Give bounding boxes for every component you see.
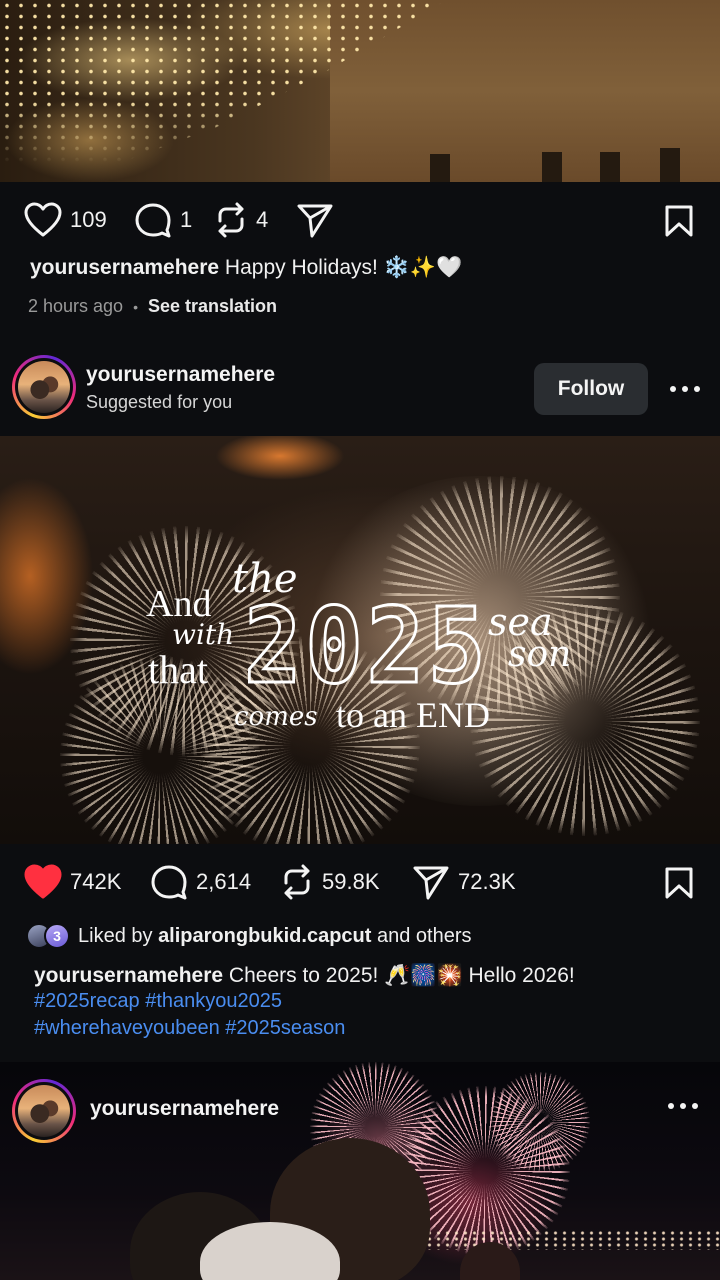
separator-dot: •	[133, 298, 138, 315]
repost-icon	[218, 202, 244, 238]
comment-count: 2,614	[196, 869, 252, 894]
caption-username[interactable]: yourusernamehere	[34, 964, 223, 987]
window	[542, 152, 562, 182]
send-icon	[413, 866, 449, 900]
save-button[interactable]	[664, 866, 694, 905]
repost-button[interactable]: 59.8K	[280, 862, 380, 902]
liked-by-suffix: and others	[371, 924, 472, 947]
repost-icon	[284, 864, 310, 900]
heart-icon	[24, 202, 62, 237]
more-dot	[680, 1103, 686, 1109]
save-button[interactable]	[664, 204, 694, 243]
share-button[interactable]: 72.3K	[412, 862, 516, 902]
more-dot	[682, 386, 688, 392]
like-count: 742K	[70, 869, 122, 894]
avatar-photo	[18, 1085, 70, 1137]
avatar[interactable]	[12, 355, 76, 419]
text-year: 2025	[243, 585, 490, 707]
text-son: son	[508, 634, 572, 675]
post3-header: yourusernamehere	[0, 1076, 720, 1146]
caption-username[interactable]: yourusernamehere	[30, 256, 219, 279]
post1-action-bar: 109 1 4	[0, 200, 720, 240]
post2-action-bar: 742K 2,614 59.8K 72.3K	[0, 862, 720, 902]
more-icon	[670, 386, 676, 392]
repost-button[interactable]: 4	[214, 200, 268, 240]
liked-by-text: Liked by aliparongbukid.capcut and other…	[78, 925, 472, 948]
avatar[interactable]	[12, 1079, 76, 1143]
caption-text: Happy Holidays! ❄️✨🤍	[219, 256, 463, 279]
post2-image[interactable]: And with that the 2025 sea son comes to …	[0, 436, 720, 844]
comment-button[interactable]: 1	[134, 200, 192, 240]
follow-button[interactable]: Follow	[534, 363, 648, 415]
hashtags-line2[interactable]: #wherehaveyoubeen #2025season	[34, 1015, 345, 1042]
post1-meta: 2 hours ago • See translation	[28, 296, 277, 317]
timestamp: 2 hours ago	[28, 296, 124, 316]
more-dot	[694, 386, 700, 392]
repost-count: 59.8K	[322, 869, 380, 894]
suggested-label: Suggested for you	[86, 392, 233, 412]
window	[430, 154, 450, 182]
like-count: 109	[70, 207, 107, 232]
post2-caption: yourusernamehere Cheers to 2025! 🥂🎆🎇 Hel…	[34, 962, 575, 989]
bookmark-icon	[665, 205, 693, 237]
like-button[interactable]: 742K	[24, 862, 121, 902]
more-dot	[692, 1103, 698, 1109]
comment-icon	[151, 865, 187, 900]
post-username[interactable]: yourusernamehere	[86, 363, 275, 387]
repost-count: 4	[256, 207, 269, 232]
window	[600, 152, 620, 182]
heart-icon	[24, 864, 62, 899]
comment-count: 1	[180, 207, 193, 232]
liked-by-prefix: Liked by	[78, 924, 159, 947]
more-options-button[interactable]	[670, 383, 700, 395]
share-count: 72.3K	[458, 869, 516, 894]
post-username[interactable]: yourusernamehere	[90, 1097, 279, 1121]
more-icon	[668, 1103, 674, 1109]
avatar-photo	[18, 361, 70, 413]
text-comes: comes	[234, 702, 318, 732]
like-button[interactable]: 109	[24, 200, 107, 240]
city-lights	[380, 1230, 720, 1250]
bookmark-icon	[665, 867, 693, 899]
liked-by-row[interactable]: Liked by aliparongbukid.capcut and other…	[26, 920, 472, 952]
send-icon	[297, 204, 333, 238]
window	[660, 148, 680, 182]
caption-text: Cheers to 2025! 🥂🎆🎇 Hello 2026!	[223, 964, 575, 987]
post1-image[interactable]	[0, 0, 720, 182]
more-options-button[interactable]	[668, 1100, 698, 1112]
text-that: that	[148, 647, 208, 692]
text-to-an-end: to an END	[336, 695, 490, 735]
hashtags-line1[interactable]: #2025recap #thankyou2025	[34, 988, 282, 1015]
image-title-text: And with that the 2025 sea son comes to …	[0, 436, 720, 844]
post1-caption: yourusernamehere Happy Holidays! ❄️✨🤍	[30, 254, 462, 281]
comment-icon	[135, 203, 171, 238]
see-translation-link[interactable]: See translation	[148, 296, 277, 317]
share-button[interactable]	[296, 200, 334, 240]
liked-by-user[interactable]: aliparongbukid.capcut	[158, 925, 371, 947]
liker-avatar	[44, 923, 70, 949]
comment-button[interactable]: 2,614	[150, 862, 251, 902]
